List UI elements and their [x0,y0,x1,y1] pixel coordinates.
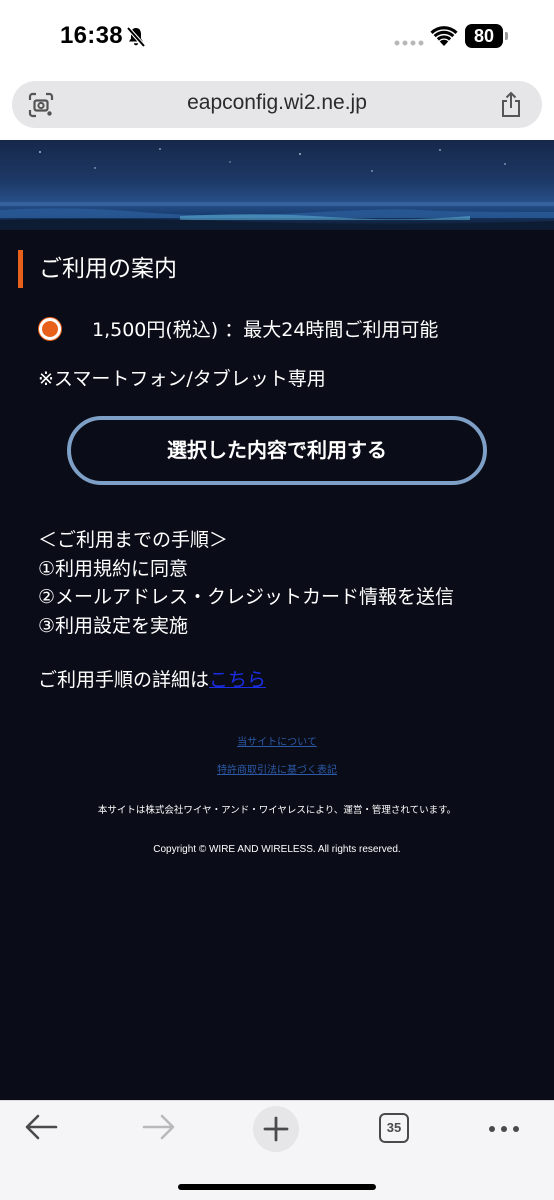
about-site-row: 当サイトについて [0,733,554,748]
hero-banner-image [0,140,554,230]
section-title: ご利用の案内 [18,250,177,288]
operator-notice: 本サイトは株式会社ワイヤ・アンド・ワイヤレスにより、運営・管理されています。 [97,805,457,816]
use-selected-plan-button[interactable]: 選択した内容で利用する [67,416,487,485]
details-link[interactable]: こちら [209,669,266,691]
signal-icon [394,40,424,46]
copyright: Copyright © WIRE AND WIRELESS. All right… [153,844,401,855]
phone-screen: 16:38 80 eapconfig.wi2.ne.jp ご利用の案内 1,50… [0,0,554,1200]
bell-muted-icon [126,26,146,48]
step-1: ①利用規約に同意 [38,557,189,580]
page-content: ご利用の案内 1,500円(税込) ：最大24時間ご利用可能 ※スマートフォン/… [0,140,554,1100]
commerce-law-row: 特許商取引法に基づく表記 [0,761,554,776]
plan-option[interactable]: 1,500円(税込) ：最大24時間ご利用可能 [38,312,518,346]
lens-icon[interactable] [28,92,54,118]
home-indicator[interactable] [178,1184,376,1190]
details-line: ご利用手順の詳細はこちら [38,665,266,692]
plan-radio-button[interactable] [38,317,62,341]
battery-icon: 80 [465,24,509,48]
radio-selected-dot [42,321,58,337]
details-prefix: ご利用手順の詳細は [38,669,210,691]
battery-tip [505,32,508,40]
plus-icon [263,1116,289,1142]
plan-label[interactable]: 1,500円(税込) ：最大24時間ご利用可能 [92,315,438,342]
status-time: 16:38 [60,22,123,49]
back-arrow-icon[interactable] [22,1107,62,1147]
more-dots-icon[interactable] [486,1107,522,1147]
device-note: ※スマートフォン/タブレット専用 [38,368,326,390]
commerce-law-link[interactable]: 特許商取引法に基づく表記 [217,765,337,776]
steps-heading: ＜ご利用までの手順＞ [38,529,229,551]
forward-arrow-icon[interactable] [138,1107,178,1147]
status-bar: 16:38 80 [0,0,554,72]
share-icon[interactable] [499,91,523,119]
url-text[interactable]: eapconfig.wi2.ne.jp [72,91,482,115]
address-bar[interactable]: eapconfig.wi2.ne.jp [12,81,542,128]
wifi-icon [430,26,458,46]
tab-count-button[interactable]: 35 [379,1113,409,1143]
battery-level: 80 [465,24,503,48]
browser-toolbar: 35 [0,1100,554,1200]
step-3: ③利用設定を実施 [38,614,189,637]
step-2: ②メールアドレス・クレジットカード情報を送信 [38,586,455,608]
usage-steps: ＜ご利用までの手順＞ ①利用規約に同意 ②メールアドレス・クレジットカード情報を… [38,526,454,640]
about-site-link[interactable]: 当サイトについて [237,737,317,748]
new-tab-button[interactable] [253,1106,299,1152]
